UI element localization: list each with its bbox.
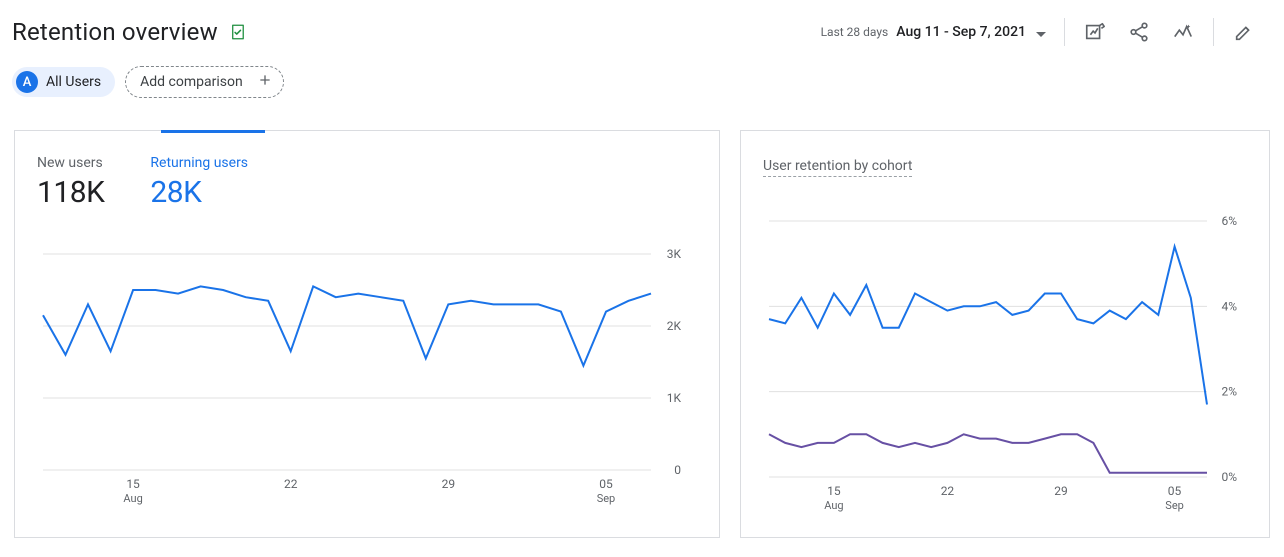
svg-text:22: 22 — [284, 477, 298, 491]
returning-users-chart: 3K 2K 1K 0 15Aug 22 29 05Sep — [37, 234, 697, 514]
svg-text:Aug: Aug — [123, 492, 142, 505]
share-button[interactable] — [1119, 12, 1159, 52]
date-range-picker[interactable]: Last 28 days Aug 11 - Sep 7, 2021 — [813, 19, 1054, 46]
svg-text:Sep: Sep — [1165, 499, 1184, 512]
active-tab-indicator — [161, 130, 265, 133]
card-title: User retention by cohort — [763, 158, 912, 177]
filter-label: All Users — [46, 74, 101, 90]
svg-text:2K: 2K — [667, 319, 682, 333]
separator — [1064, 18, 1065, 46]
metric-value: 28K — [150, 175, 248, 210]
svg-text:29: 29 — [1054, 484, 1068, 498]
svg-text:2%: 2% — [1221, 385, 1237, 399]
svg-text:15: 15 — [126, 477, 140, 491]
filter-badge: A — [16, 71, 38, 93]
add-comparison-label: Add comparison — [140, 74, 243, 90]
plus-icon — [257, 72, 273, 92]
svg-text:0: 0 — [674, 463, 681, 477]
metric-returning-users[interactable]: Returning users 28K — [150, 155, 248, 210]
svg-text:1K: 1K — [667, 391, 682, 405]
svg-text:4%: 4% — [1221, 299, 1237, 313]
svg-text:6%: 6% — [1221, 214, 1237, 228]
retention-cohort-card: User retention by cohort 6% 4% 2% 0% 15Aug 22… — [740, 130, 1270, 538]
svg-text:05: 05 — [1168, 484, 1182, 498]
metric-label: New users — [37, 155, 104, 171]
customize-report-button[interactable] — [1075, 12, 1115, 52]
svg-text:Aug: Aug — [824, 499, 843, 512]
edit-button[interactable] — [1224, 12, 1264, 52]
page-title: Retention overview — [12, 18, 218, 46]
filter-all-users[interactable]: A All Users — [12, 67, 115, 97]
svg-text:Sep: Sep — [597, 492, 616, 505]
svg-text:29: 29 — [442, 477, 456, 491]
chevron-down-icon — [1036, 23, 1046, 42]
separator — [1213, 18, 1214, 46]
verified-icon — [228, 22, 248, 42]
add-comparison-button[interactable]: Add comparison — [125, 66, 284, 98]
retention-cohort-chart: 6% 4% 2% 0% 15Aug 22 29 05Sep — [763, 201, 1247, 521]
svg-text:05: 05 — [599, 477, 613, 491]
date-range-label: Last 28 days — [821, 25, 889, 39]
metric-new-users[interactable]: New users 118K — [37, 155, 104, 210]
svg-text:0%: 0% — [1221, 470, 1237, 484]
svg-text:3K: 3K — [667, 247, 682, 261]
svg-text:15: 15 — [827, 484, 841, 498]
returning-users-card: New users 118K Returning users 28K 3K 2K 1… — [14, 130, 720, 538]
date-range-value: Aug 11 - Sep 7, 2021 — [896, 24, 1026, 40]
metric-label: Returning users — [150, 155, 248, 171]
svg-text:22: 22 — [941, 484, 955, 498]
insights-button[interactable] — [1163, 12, 1203, 52]
metric-value: 118K — [37, 175, 104, 210]
